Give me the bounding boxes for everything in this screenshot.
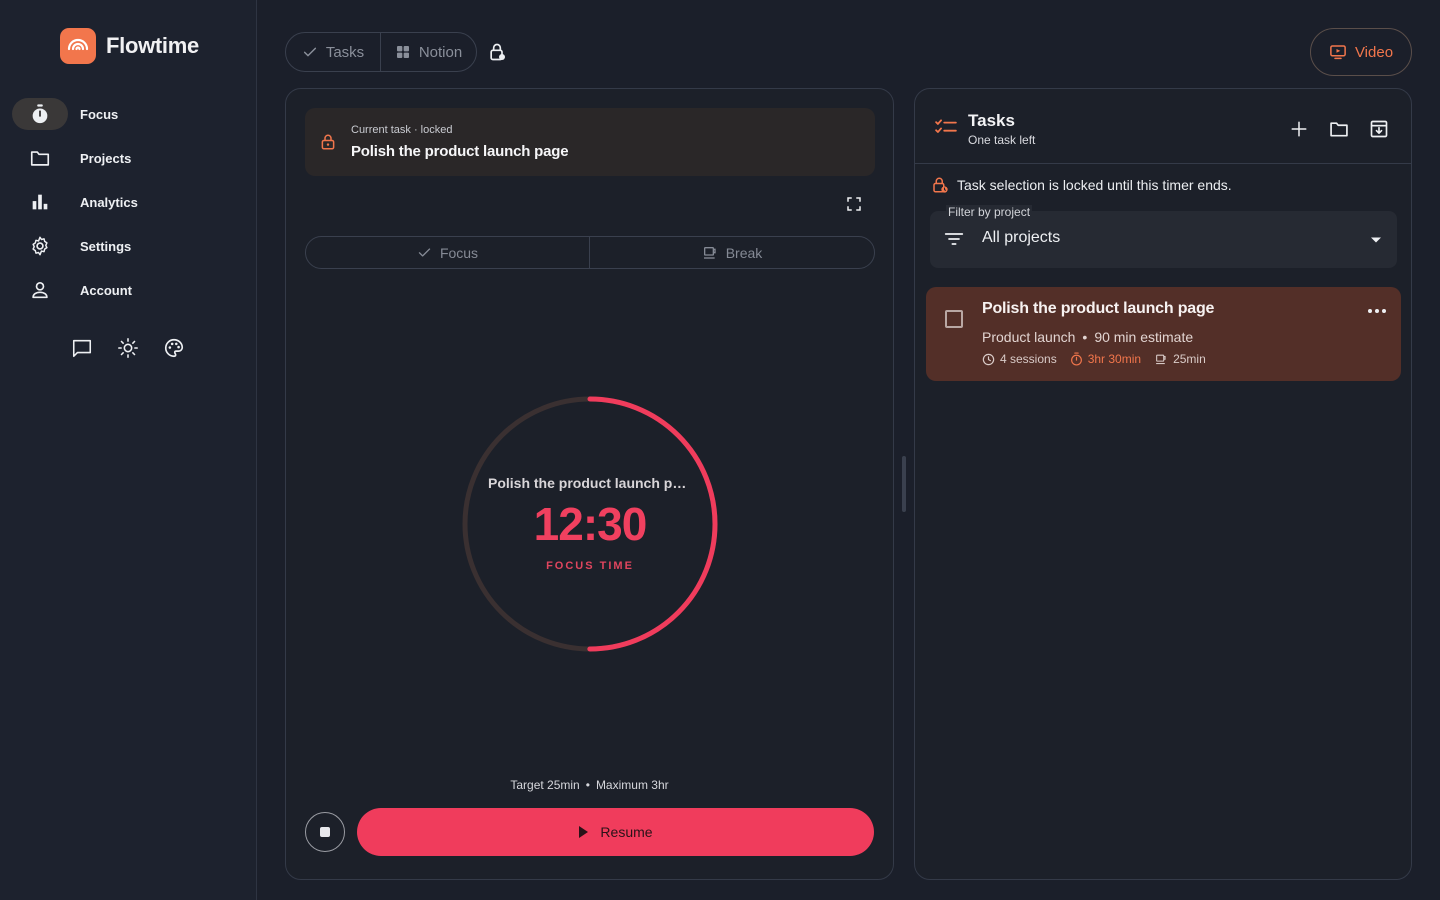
clock-icon (982, 353, 995, 365)
fullscreen-icon[interactable] (845, 195, 863, 213)
sidebar-item-label: Account (80, 282, 132, 298)
tasks-header: Tasks One task left (915, 89, 1411, 164)
task-meta: Product launch • 90 min estimate (982, 329, 1193, 345)
task-project: Product launch (982, 329, 1076, 345)
stop-icon (320, 827, 330, 837)
check-icon (418, 248, 431, 257)
sidebar-nav: Focus Projects Analytics Settings Accoun… (12, 92, 244, 312)
target-info: Target 25min • Maximum 3hr (286, 778, 893, 792)
current-task-title: Polish the product launch page (351, 143, 569, 160)
mode-toggle: Focus Break (305, 236, 875, 269)
task-list-item[interactable]: Polish the product launch page Product l… (926, 287, 1401, 381)
add-task-icon[interactable] (1287, 117, 1311, 141)
sidebar-item-label: Projects (80, 150, 132, 166)
tasks-subtitle: One task left (968, 133, 1036, 147)
gear-icon (12, 230, 68, 262)
bar-chart-icon (12, 186, 68, 218)
current-task-kicker: Current task · locked (351, 124, 453, 136)
filter-value: All projects (982, 229, 1061, 246)
lock-icon (321, 134, 335, 150)
timer-task-name: Polish the product launch page (488, 475, 692, 491)
lock-clock-icon (933, 177, 948, 193)
focus-time-text: 3hr 30min (1087, 352, 1142, 366)
timer-time: 12:30 (533, 498, 648, 550)
feedback-icon[interactable] (70, 336, 94, 360)
project-filter-select[interactable]: Filter by project All projects (930, 205, 1397, 268)
separator: • (585, 778, 590, 792)
task-checkbox[interactable] (945, 310, 963, 328)
task-title: Polish the product launch page (982, 300, 1215, 317)
sessions-stat: 4 sessions (982, 352, 1057, 366)
tasks-title: Tasks (968, 111, 1015, 130)
tasks-actions (1287, 117, 1391, 141)
tasks-panel: Tasks One task left Task selection is lo… (914, 88, 1412, 880)
sidebar-item-label: Settings (80, 238, 132, 254)
mode-label: Break (725, 244, 763, 261)
video-label: Video (1354, 43, 1394, 61)
folder-icon (12, 142, 68, 174)
tab-notion[interactable]: Notion (381, 33, 476, 71)
stop-button[interactable] (305, 812, 345, 852)
video-button[interactable]: Video (1310, 28, 1412, 76)
flowtime-logo-icon (60, 28, 96, 64)
break-time-stat: 25min (1154, 352, 1206, 366)
coffee-icon (703, 246, 716, 259)
focus-time-stat: 3hr 30min (1070, 352, 1141, 366)
break-time-text: 25min (1173, 352, 1206, 366)
mode-focus[interactable]: Focus (306, 237, 590, 268)
app-name: Flowtime (106, 33, 199, 58)
mode-break[interactable]: Break (590, 237, 874, 268)
timer-display: Polish the product launch page 12:30 FOC… (461, 395, 719, 653)
mode-label: Focus (439, 244, 479, 261)
sidebar-item-settings[interactable]: Settings (12, 224, 244, 268)
tab-label: Tasks (325, 43, 365, 61)
task-stats: 4 sessions 3hr 30min 25min (982, 352, 1219, 366)
lock-notice-text: Task selection is locked until this time… (957, 177, 1232, 193)
sessions-text: 4 sessions (1000, 352, 1057, 366)
panel-resize-handle[interactable] (902, 456, 906, 512)
video-icon (1330, 45, 1346, 60)
checklist-icon (935, 119, 957, 133)
sidebar-item-account[interactable]: Account (12, 268, 244, 312)
target-text: Target 25min (510, 778, 580, 792)
sidebar-utilities (70, 336, 186, 360)
palette-icon[interactable] (162, 336, 186, 360)
current-task-banner: Current task · locked Polish the product… (305, 108, 875, 176)
archive-icon[interactable] (1367, 117, 1391, 141)
timer-panel: Current task · locked Polish the product… (285, 88, 894, 880)
coffee-icon (1156, 354, 1166, 364)
sidebar-item-label: Analytics (80, 194, 138, 210)
grid-icon (396, 46, 409, 58)
brightness-icon[interactable] (116, 336, 140, 360)
lock-notice: Task selection is locked until this time… (931, 176, 1232, 194)
person-icon (12, 274, 68, 306)
sidebar-item-focus[interactable]: Focus (12, 92, 244, 136)
sidebar-item-analytics[interactable]: Analytics (12, 180, 244, 224)
stopwatch-icon (12, 98, 68, 130)
stopwatch-icon (1070, 352, 1082, 366)
timer-mode-label: FOCUS TIME (546, 560, 634, 572)
tab-tasks[interactable]: Tasks (286, 33, 381, 71)
view-switcher: Tasks Notion (285, 32, 477, 72)
chevron-down-icon (1371, 237, 1381, 243)
more-options-icon[interactable] (1367, 308, 1387, 314)
brand[interactable]: Flowtime (60, 28, 199, 64)
task-estimate: 90 min estimate (1094, 329, 1194, 345)
tab-label: Notion (418, 43, 463, 61)
play-icon (579, 826, 589, 838)
sidebar: Flowtime Focus Projects Analytics Settin… (0, 0, 257, 900)
resume-label: Resume (600, 824, 653, 840)
resume-button[interactable]: Resume (357, 808, 874, 856)
filter-label: Filter by project (946, 205, 1033, 219)
sidebar-item-label: Focus (80, 106, 119, 122)
separator: • (1082, 329, 1088, 345)
folder-icon[interactable] (1327, 117, 1351, 141)
filter-icon (944, 233, 964, 245)
sidebar-item-projects[interactable]: Projects (12, 136, 244, 180)
check-icon (303, 47, 316, 57)
lock-settings-icon[interactable] (487, 42, 507, 62)
maximum-text: Maximum 3hr (595, 778, 669, 792)
